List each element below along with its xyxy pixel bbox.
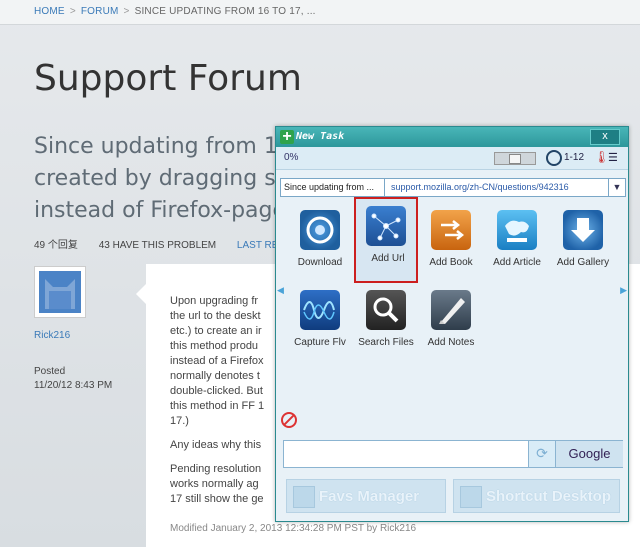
popup-titlebar: + New Task x (276, 127, 628, 147)
tile-label: Add Notes (427, 337, 475, 348)
plus-icon: + (280, 129, 294, 145)
question-title-line: created by dragging sh (34, 166, 290, 191)
breadcrumb-bar: HOME > FORUM > SINCE UPDATING FROM 16 TO 17,… (0, 0, 640, 25)
post-line: instead of a Firefox (170, 355, 264, 367)
tile-label: Search Files (358, 337, 414, 348)
toggle-switch[interactable] (494, 152, 536, 165)
have-problem-count[interactable]: 43 HAVE THIS PROBLEM (99, 240, 216, 251)
breadcrumb-separator: > (69, 6, 76, 17)
avatar[interactable] (34, 266, 86, 318)
post-line: this method in FF 1 (170, 400, 265, 412)
post-line: works normally ag (170, 478, 259, 490)
breadcrumb: HOME > FORUM > SINCE UPDATING FROM 16 TO 17,… (34, 6, 316, 17)
tile-add-book[interactable]: Add Book (420, 203, 482, 283)
author-name[interactable]: Rick216 (34, 330, 70, 341)
tile-label: Add Gallery (556, 257, 610, 268)
favs-manager-icon (293, 486, 315, 508)
question-title: Since updating from 16 created by draggi… (34, 131, 294, 227)
reply-count: 49 个回复 (34, 240, 78, 251)
add-article-icon (497, 210, 537, 250)
tile-label: Capture Flv (294, 337, 346, 348)
google-search-button[interactable]: Google (555, 441, 623, 467)
add-gallery-icon (563, 210, 603, 250)
question-title-line: Since updating from 16 (34, 134, 292, 159)
posted-date: 11/20/12 8:43 PM (34, 380, 113, 391)
tile-label: Add Article (493, 257, 541, 268)
tile-add-gallery[interactable]: Add Gallery (552, 203, 614, 283)
breadcrumb-current: SINCE UPDATING FROM 16 TO 17, ... (134, 6, 316, 17)
url-text[interactable]: support.mozilla.org/zh-CN/questions/9423… (391, 179, 569, 196)
toggle-knob (509, 154, 521, 164)
post-modified: Modified January 2, 2013 12:34:28 PM PST… (170, 523, 417, 534)
tile-label: Add Book (429, 257, 473, 268)
post-line: 17.) (170, 415, 189, 427)
tile-add-notes[interactable]: Add Notes (420, 283, 482, 363)
add-url-icon (366, 206, 406, 246)
tile-label: Download (297, 257, 343, 268)
post-line: Pending resolution (170, 463, 262, 475)
post-line: normally denotes t (170, 370, 260, 382)
avatar-cat-icon (45, 279, 75, 309)
post-line: Upon upgrading fr (170, 295, 259, 307)
breadcrumb-home[interactable]: HOME (34, 6, 65, 17)
post-line: 17 still show the ge (170, 493, 264, 505)
search-files-icon (366, 290, 406, 330)
list-icon[interactable]: ☰ (608, 151, 618, 164)
chevron-down-icon[interactable]: ▼ (608, 179, 625, 196)
post-line: Any ideas why this (170, 439, 262, 451)
page-title: Support Forum (34, 58, 302, 99)
chevron-left-icon[interactable]: ◀ (277, 285, 284, 296)
shortcut-desktop-button[interactable]: Shortcut Desktop (453, 479, 620, 513)
progress-text: 0% (284, 152, 299, 163)
post-text: Upon upgrading fr the url to the deskt e… (170, 294, 417, 545)
breadcrumb-separator: > (123, 6, 130, 17)
chevron-right-icon[interactable]: ▶ (620, 285, 627, 296)
tile-add-article[interactable]: Add Article (486, 203, 548, 283)
url-field[interactable]: Since updating from ... support.mozilla.… (280, 178, 626, 197)
post-line: this method produ (170, 340, 259, 352)
post-paragraph: Pending resolution works normally ag 17 … (170, 462, 290, 507)
add-book-icon (431, 210, 471, 250)
favs-manager-label: Favs Manager (319, 488, 420, 505)
action-grid: Download Add Url Add Book Add Article Ad… (276, 197, 628, 437)
avatar-image (39, 271, 81, 313)
breadcrumb-forum[interactable]: FORUM (81, 6, 119, 17)
post-line: the url to the deskt (170, 310, 261, 322)
shortcut-desktop-label: Shortcut Desktop (486, 488, 612, 505)
thermometer-icon[interactable]: 🌡 (594, 150, 609, 164)
search-box: ⟳ Google (283, 440, 623, 468)
post-paragraph: Any ideas why this (170, 438, 290, 453)
question-title-line: instead of Firefox-page (34, 198, 287, 223)
capture-flv-icon (300, 290, 340, 330)
post-paragraph: Upon upgrading fr the url to the deskt e… (170, 294, 290, 429)
posted-label: Posted (34, 366, 66, 377)
range-text[interactable]: 1-12 (564, 152, 584, 163)
shortcut-desktop-icon (460, 486, 482, 508)
search-input[interactable] (284, 441, 528, 467)
download-icon (300, 210, 340, 250)
url-title[interactable]: Since updating from ... (281, 179, 385, 196)
tile-add-url[interactable]: Add Url (354, 197, 418, 283)
tile-search-files[interactable]: Search Files (355, 283, 417, 363)
close-button[interactable]: x (590, 129, 620, 145)
question-meta: 49 个回复 43 HAVE THIS PROBLEM LAST REPL (34, 236, 309, 251)
tile-capture-flv[interactable]: Capture Flv (289, 283, 351, 363)
clock-icon[interactable] (546, 150, 562, 166)
favs-manager-button[interactable]: Favs Manager (286, 479, 446, 513)
tile-download[interactable]: Download (289, 203, 351, 283)
refresh-icon[interactable]: ⟳ (528, 441, 555, 467)
popup-title: New Task (296, 131, 345, 142)
add-notes-icon (431, 290, 471, 330)
post-line: etc.) to create an ir (170, 325, 262, 337)
popup-toolbar: 0% 1-12 🌡 ☰ (276, 147, 628, 170)
block-icon[interactable] (281, 412, 297, 428)
post-line: double-clicked. But (170, 385, 263, 397)
new-task-popup: + New Task x 0% 1-12 🌡 ☰ Since updating … (275, 126, 629, 522)
